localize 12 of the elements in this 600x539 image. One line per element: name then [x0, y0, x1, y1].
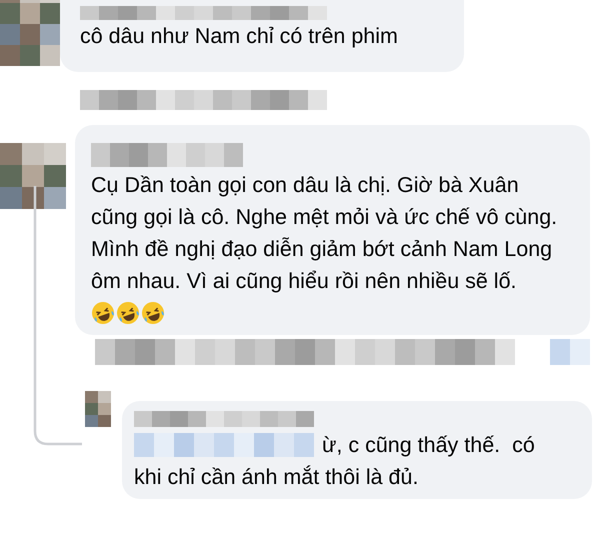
laughing-emoji-icon — [91, 301, 115, 325]
comment-text: khi chỉ cần ánh mắt thôi là đủ. — [134, 464, 420, 491]
comment-text: Cụ Dần toàn gọi con dâu là chị. Giờ bà Xuân cũng gọi là cô. Nghe mệt mỏi và ức chế vô cùng. — [91, 172, 558, 231]
pixelated-avatar — [0, 143, 66, 209]
comment-text: Mình đề nghị đạo diễn giảm bớt cảnh Nam Long ôm nhau. Vì ai cũng hiểu rồi nên nhiều sẽ lố. — [91, 236, 554, 295]
laughing-emoji-icon — [116, 301, 140, 325]
pixelated-avatar — [0, 0, 60, 66]
comment-text: ừ, c cũng thấy thế. có — [322, 432, 535, 459]
blurred-reaction — [550, 339, 590, 365]
pixelated-avatar — [85, 391, 111, 427]
laughing-emoji-icon — [141, 301, 165, 325]
comment-text: cô dâu như Nam chỉ có trên phim — [80, 23, 399, 50]
